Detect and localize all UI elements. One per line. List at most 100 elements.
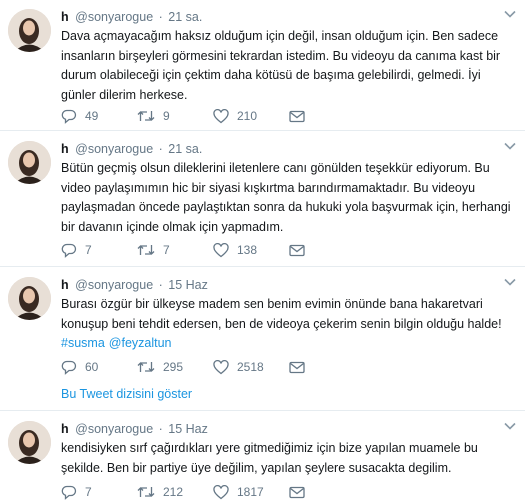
reply-icon xyxy=(61,485,77,500)
display-name[interactable]: h xyxy=(61,278,69,292)
display-name[interactable]: h xyxy=(61,422,69,436)
username[interactable]: @sonyarogue xyxy=(75,278,153,292)
tweet-timeline: h @sonyarogue · 21 sa. Dava açmayacağım … xyxy=(0,0,525,502)
reply-icon xyxy=(61,360,77,375)
tweet[interactable]: h @sonyarogue · 15 Haz kendisiyken sırf … xyxy=(0,421,525,502)
message-button[interactable] xyxy=(289,244,365,257)
mention-link[interactable]: @feyzaltun xyxy=(109,336,172,350)
retweet-icon xyxy=(137,487,155,497)
retweet-count: 212 xyxy=(163,485,184,499)
avatar[interactable] xyxy=(8,9,51,52)
avatar[interactable] xyxy=(8,141,51,184)
tweet-actions: 7 7 138 xyxy=(61,242,365,258)
chevron-down-icon[interactable] xyxy=(504,10,516,18)
reply-count: 60 xyxy=(85,360,99,374)
retweet-count: 295 xyxy=(163,360,184,374)
chevron-down-icon[interactable] xyxy=(504,278,516,286)
tweet-content: h @sonyarogue · 21 sa. Dava açmayacağım … xyxy=(61,9,515,105)
chevron-down-icon[interactable] xyxy=(504,142,516,150)
header-separator: · xyxy=(158,278,163,292)
tweet-text: Bütün geçmiş olsun dileklerini iletenler… xyxy=(61,159,515,237)
like-button[interactable]: 138 xyxy=(213,242,289,258)
retweet-button[interactable]: 9 xyxy=(137,108,213,124)
tweet-header: h @sonyarogue · 21 sa. xyxy=(61,141,515,157)
timestamp[interactable]: 15 Haz xyxy=(168,422,208,436)
message-button[interactable] xyxy=(289,110,365,123)
tweet-text-line: kendisiyken sırf çağırdıkları yere gitme… xyxy=(61,441,478,455)
reply-button[interactable]: 7 xyxy=(61,484,137,500)
tweet[interactable]: h @sonyarogue · 15 Haz Burası özgür bir … xyxy=(0,277,525,401)
like-button[interactable]: 2518 xyxy=(213,359,289,375)
tweet-text-line: konuşup beni tehdit edersen, ben de vide… xyxy=(61,316,502,331)
envelope-icon xyxy=(289,361,305,373)
tweet-text: kendisiyken sırf çağırdıkları yere gitme… xyxy=(61,439,515,478)
username[interactable]: @sonyarogue xyxy=(75,142,153,156)
avatar[interactable] xyxy=(8,421,51,464)
tweet-text-line: Dava açmayacağım haksız olduğum için değ… xyxy=(61,29,499,43)
timestamp[interactable]: 21 sa. xyxy=(168,142,202,156)
tweet-text-line: paylaşmadan öncede paylaştıktan sonra da… xyxy=(61,200,511,214)
retweet-icon xyxy=(137,362,155,372)
tweet-text-line: Bütün geçmiş olsun dileklerini iletenler… xyxy=(61,161,490,175)
retweet-button[interactable]: 7 xyxy=(137,242,213,258)
like-button[interactable]: 210 xyxy=(213,108,289,124)
tweet-divider xyxy=(0,410,525,411)
like-count: 138 xyxy=(237,243,258,257)
reply-button[interactable]: 7 xyxy=(61,242,137,258)
hashtag-link[interactable]: #susma xyxy=(61,336,105,350)
tweet-divider xyxy=(0,130,525,131)
retweet-icon xyxy=(137,111,155,121)
reply-count: 7 xyxy=(85,485,92,499)
tweet-header: h @sonyarogue · 21 sa. xyxy=(61,9,515,25)
header-separator: · xyxy=(158,142,163,156)
show-thread-link[interactable]: Bu Tweet dizisini göster xyxy=(61,386,192,402)
tweet-text-line: şekilde. Ben bir partiye üye değilim, ya… xyxy=(61,460,452,475)
retweet-button[interactable]: 212 xyxy=(137,484,213,500)
chevron-down-icon[interactable] xyxy=(504,422,516,430)
avatar[interactable] xyxy=(8,277,51,320)
reply-button[interactable]: 49 xyxy=(61,108,137,124)
message-button[interactable] xyxy=(289,361,365,374)
tweet-actions: 60 295 2518 xyxy=(61,359,365,375)
heart-icon xyxy=(213,484,229,499)
tweet[interactable]: h @sonyarogue · 21 sa. Dava açmayacağım … xyxy=(0,9,525,127)
heart-icon xyxy=(213,359,229,374)
tweet-header: h @sonyarogue · 15 Haz xyxy=(61,277,515,293)
retweet-count: 9 xyxy=(163,109,170,123)
tweet-text-line: Burası özgür bir ülkeyse madem sen benim… xyxy=(61,297,483,311)
tweet-text-line: video paylaşımımın hic bir siyasi kışkır… xyxy=(61,180,476,195)
tweet-text: Dava açmayacağım haksız olduğum için değ… xyxy=(61,27,515,105)
envelope-icon xyxy=(289,244,305,256)
reply-button[interactable]: 60 xyxy=(61,359,137,375)
tweet-content: h @sonyarogue · 21 sa. Bütün geçmiş olsu… xyxy=(61,141,515,237)
tweet-text-line: insanların birşeyleri görmesini tekrarda… xyxy=(61,48,501,63)
retweet-icon xyxy=(137,245,155,255)
reply-count: 49 xyxy=(85,109,99,123)
message-button[interactable] xyxy=(289,486,365,499)
retweet-button[interactable]: 295 xyxy=(137,359,213,375)
tweet-actions: 7 212 1817 xyxy=(61,484,365,500)
timestamp[interactable]: 15 Haz xyxy=(168,278,208,292)
envelope-icon xyxy=(289,110,305,122)
tweet-content: h @sonyarogue · 15 Haz kendisiyken sırf … xyxy=(61,421,515,478)
reply-icon xyxy=(61,243,77,258)
like-count: 1817 xyxy=(237,485,264,499)
header-separator: · xyxy=(158,10,163,24)
reply-icon xyxy=(61,109,77,124)
tweet-divider xyxy=(0,266,525,267)
reply-count: 7 xyxy=(85,243,92,257)
like-count: 2518 xyxy=(237,360,264,374)
tweet[interactable]: h @sonyarogue · 21 sa. Bütün geçmiş olsu… xyxy=(0,141,525,261)
username[interactable]: @sonyarogue xyxy=(75,422,153,436)
retweet-count: 7 xyxy=(163,243,170,257)
envelope-icon xyxy=(289,486,305,498)
like-button[interactable]: 1817 xyxy=(213,484,289,500)
username[interactable]: @sonyarogue xyxy=(75,10,153,24)
tweet-hashtags: #susma @feyzaltun xyxy=(61,334,515,354)
tweet-text-line: durum olabileceği için çektim daha kötüs… xyxy=(61,68,481,82)
display-name[interactable]: h xyxy=(61,142,69,156)
like-count: 210 xyxy=(237,109,258,123)
tweet-content: h @sonyarogue · 15 Haz Burası özgür bir … xyxy=(61,277,515,354)
timestamp[interactable]: 21 sa. xyxy=(168,10,202,24)
display-name[interactable]: h xyxy=(61,10,69,24)
